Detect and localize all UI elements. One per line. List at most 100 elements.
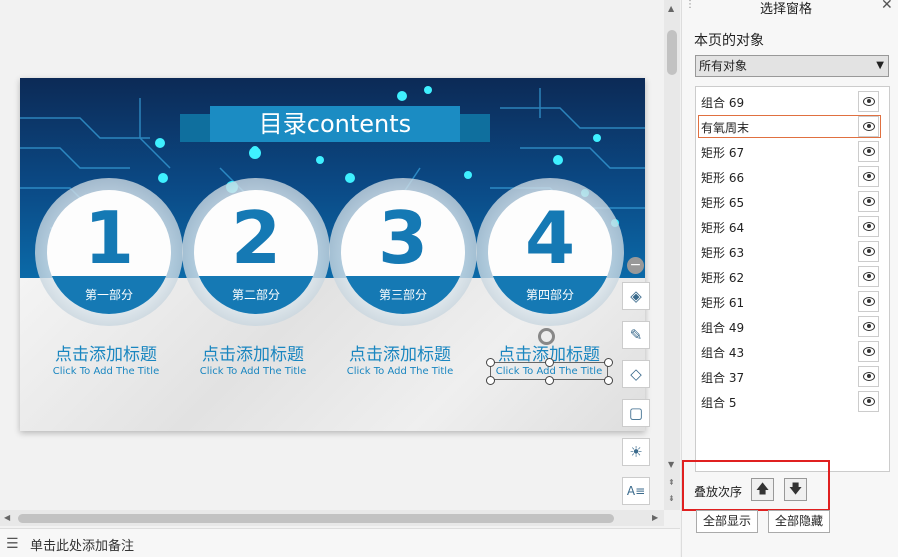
eye-icon xyxy=(863,322,875,331)
section-number: 1 xyxy=(83,196,135,280)
zoom-out-icon[interactable]: − xyxy=(627,257,644,274)
bring-forward-button[interactable]: 🡅 xyxy=(751,478,774,501)
rotate-handle-icon[interactable] xyxy=(538,328,555,345)
section-title-3[interactable]: 点击添加标题 xyxy=(326,340,474,365)
page-down-icon[interactable]: ⇟ xyxy=(668,494,675,503)
resize-handle[interactable] xyxy=(486,358,495,367)
object-filter-select[interactable]: 所有对象 ▼ xyxy=(695,55,889,77)
visibility-toggle[interactable] xyxy=(858,316,879,337)
object-name: 矩形 62 xyxy=(701,271,745,285)
section-card-4[interactable]: 4 第四部分 xyxy=(476,178,624,326)
visibility-toggle[interactable] xyxy=(858,266,879,287)
visibility-toggle[interactable] xyxy=(858,141,879,162)
scroll-left-icon[interactable]: ◀ xyxy=(4,513,10,522)
visibility-toggle[interactable] xyxy=(858,191,879,212)
object-list[interactable]: 组合 69 有氧周末 矩形 67 矩形 66 矩形 65 矩形 64 矩形 63… xyxy=(695,86,890,472)
eye-icon xyxy=(863,347,875,356)
eye-icon xyxy=(863,97,875,106)
section-part-label: 第二部分 xyxy=(231,288,280,302)
section-card-1[interactable]: 1 第一部分 xyxy=(35,178,183,326)
list-item[interactable]: 组合 49 xyxy=(696,314,889,339)
list-item[interactable]: 矩形 66 xyxy=(696,164,889,189)
scroll-right-icon[interactable]: ▶ xyxy=(652,513,658,522)
text-style-icon[interactable]: A≡ xyxy=(622,477,650,505)
vertical-scroll-thumb[interactable] xyxy=(667,30,677,75)
section-card-3[interactable]: 3 第三部分 xyxy=(329,178,477,326)
visibility-toggle[interactable] xyxy=(858,291,879,312)
notes-icon: ☰ xyxy=(6,536,19,552)
section-number: 4 xyxy=(524,196,576,280)
layers-icon[interactable]: ◈ xyxy=(622,282,650,310)
visibility-toggle[interactable] xyxy=(858,366,879,387)
object-name: 有氧周末 xyxy=(701,121,750,135)
show-all-button[interactable]: 全部显示 xyxy=(696,510,758,533)
vertical-scrollbar[interactable]: ▲ ▼ ⇞ ⇟ xyxy=(664,0,680,510)
page-up-icon[interactable]: ⇞ xyxy=(668,478,675,487)
resize-handle[interactable] xyxy=(545,358,554,367)
section-subtitle-2[interactable]: Click To Add The Title xyxy=(179,366,327,377)
section-subtitle-3[interactable]: Click To Add The Title xyxy=(326,366,474,377)
scroll-up-icon[interactable]: ▲ xyxy=(668,4,674,13)
object-name: 组合 69 xyxy=(701,96,745,110)
visibility-toggle[interactable] xyxy=(858,391,879,412)
resize-handle[interactable] xyxy=(545,376,554,385)
slide-title[interactable]: 目录contents xyxy=(210,108,460,140)
chevron-down-icon: ▼ xyxy=(876,60,884,71)
section-subtitle-1[interactable]: Click To Add The Title xyxy=(32,366,180,377)
horizontal-scroll-thumb[interactable] xyxy=(18,514,614,523)
filter-value: 所有对象 xyxy=(699,59,748,73)
list-item[interactable]: 矩形 65 xyxy=(696,189,889,214)
resize-handle[interactable] xyxy=(604,358,613,367)
notes-placeholder[interactable]: 单击此处添加备注 xyxy=(30,535,134,554)
resize-handle[interactable] xyxy=(604,376,613,385)
frame-icon[interactable]: ▢ xyxy=(622,399,650,427)
list-item[interactable]: 矩形 62 xyxy=(696,264,889,289)
horizontal-scrollbar[interactable]: ◀ ▶ xyxy=(0,510,664,526)
list-item-selected[interactable]: 有氧周末 xyxy=(696,114,889,139)
object-name: 矩形 63 xyxy=(701,246,745,260)
eye-icon xyxy=(863,147,875,156)
fill-icon[interactable]: ◇ xyxy=(622,360,650,388)
section-title-2[interactable]: 点击添加标题 xyxy=(179,340,327,365)
section-card-2[interactable]: 2 第二部分 xyxy=(182,178,330,326)
object-name: 矩形 65 xyxy=(701,196,745,210)
visibility-toggle[interactable] xyxy=(858,216,879,237)
visibility-toggle[interactable] xyxy=(858,341,879,362)
brush-icon[interactable]: ✎ xyxy=(622,321,650,349)
section-part-label: 第三部分 xyxy=(378,288,427,302)
visibility-toggle[interactable] xyxy=(858,91,879,112)
eye-icon xyxy=(863,172,875,181)
scroll-down-icon[interactable]: ▼ xyxy=(668,460,674,469)
slide[interactable]: 目录contents 1 第一部分 2 第二部分 3 第三部分 4 第四部分 点… xyxy=(20,78,645,431)
order-label: 叠放次序 xyxy=(694,485,743,499)
section-title-1[interactable]: 点击添加标题 xyxy=(32,340,180,365)
slide-canvas-area[interactable]: 目录contents 1 第一部分 2 第二部分 3 第三部分 4 第四部分 点… xyxy=(0,0,664,510)
section-number: 2 xyxy=(230,196,282,280)
list-item[interactable]: 矩形 63 xyxy=(696,239,889,264)
bulb-icon[interactable]: ☀ xyxy=(622,438,650,466)
object-name: 组合 37 xyxy=(701,371,745,385)
list-item[interactable]: 矩形 61 xyxy=(696,289,889,314)
list-item[interactable]: 矩形 64 xyxy=(696,214,889,239)
arrow-up-icon: 🡅 xyxy=(755,482,770,497)
visibility-toggle[interactable] xyxy=(858,241,879,262)
hide-all-button[interactable]: 全部隐藏 xyxy=(768,510,830,533)
list-item[interactable]: 组合 5 xyxy=(696,389,889,414)
eye-icon xyxy=(863,122,875,131)
list-item[interactable]: 矩形 67 xyxy=(696,139,889,164)
list-item[interactable]: 组合 43 xyxy=(696,339,889,364)
visibility-toggle[interactable] xyxy=(858,116,879,137)
arrow-down-icon: 🡇 xyxy=(788,482,803,497)
eye-icon xyxy=(863,297,875,306)
eye-icon xyxy=(863,272,875,281)
close-icon[interactable]: ✕ xyxy=(881,0,893,13)
resize-handle[interactable] xyxy=(486,376,495,385)
list-item[interactable]: 组合 37 xyxy=(696,364,889,389)
notes-bar[interactable]: ☰ 单击此处添加备注 xyxy=(0,528,680,557)
list-item[interactable]: 组合 69 xyxy=(696,89,889,114)
selection-pane: ⋮ 选择窗格 ✕ 本页的对象 所有对象 ▼ 组合 69 有氧周末 矩形 67 矩… xyxy=(681,0,898,557)
object-name: 组合 43 xyxy=(701,346,745,360)
object-name: 矩形 67 xyxy=(701,146,745,160)
send-backward-button[interactable]: 🡇 xyxy=(784,478,807,501)
visibility-toggle[interactable] xyxy=(858,166,879,187)
